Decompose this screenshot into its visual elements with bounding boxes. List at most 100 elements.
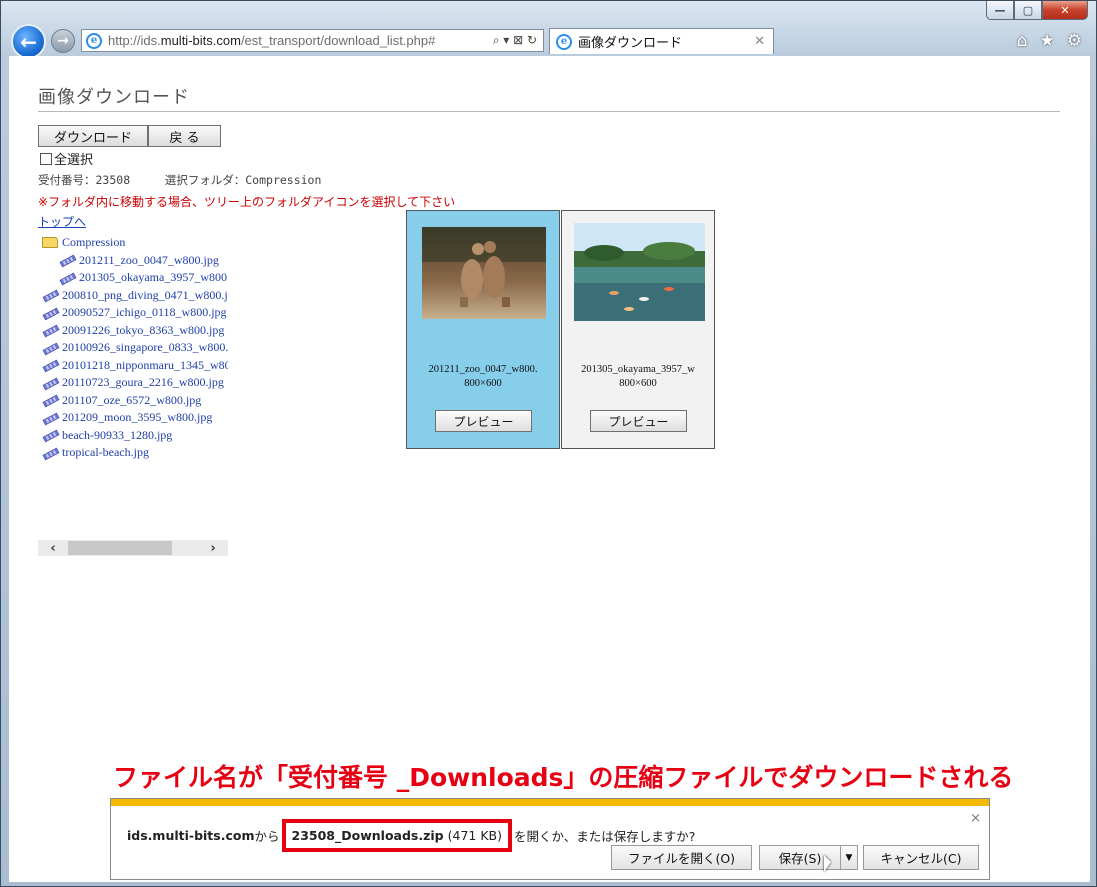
- close-window-button[interactable]: ✕: [1042, 1, 1088, 20]
- ie-logo-icon: e: [556, 33, 572, 50]
- receipt-info: 受付番号：23508 選択フォルダ：Compression: [38, 172, 321, 188]
- back-button[interactable]: ←: [11, 24, 46, 59]
- tree-file[interactable]: 20110723_goura_2216_w800.jpg: [42, 374, 228, 392]
- tree-file[interactable]: 201209_moon_3595_w800.jpg: [42, 409, 228, 427]
- tab-title: 画像ダウンロード: [578, 36, 683, 51]
- image-file-icon[interactable]: [42, 289, 58, 301]
- thumbnail-card[interactable]: 201211_zoo_0047_w800. 800×600 プレビュー: [406, 210, 560, 449]
- tree-item-label[interactable]: 20090527_ichigo_0118_w800.jpg: [62, 305, 227, 320]
- tree-folder-compression[interactable]: Compression: [42, 234, 228, 252]
- browser-toolbar: ⌂ ★ ⚙: [1017, 31, 1082, 51]
- tree-file[interactable]: 20100926_singapore_0833_w800.jpg: [42, 339, 228, 357]
- tree-item-label[interactable]: 201209_moon_3595_w800.jpg: [62, 410, 212, 425]
- folder-icon[interactable]: [42, 237, 58, 249]
- tree-file[interactable]: 20101218_nipponmaru_1345_w800.jpg: [42, 357, 228, 375]
- notification-stripe: [111, 799, 989, 806]
- tab-close-icon[interactable]: ✕: [754, 34, 765, 49]
- scroll-right-icon[interactable]: ›: [198, 541, 228, 556]
- gear-icon[interactable]: ⚙: [1067, 31, 1082, 51]
- arrow-right-icon: →: [57, 33, 69, 49]
- scroll-left-icon[interactable]: ‹: [38, 541, 68, 556]
- tree-item-label[interactable]: 20091226_tokyo_8363_w800.jpg: [62, 323, 224, 338]
- tree-file[interactable]: 20091226_tokyo_8363_w800.jpg: [42, 322, 228, 340]
- tree-item-label[interactable]: 201107_oze_6572_w800.jpg: [62, 393, 201, 408]
- notification-question: を開くか、または保存しますか?: [513, 829, 696, 844]
- tree-item-label[interactable]: 200810_png_diving_0471_w800.jpg: [62, 288, 228, 303]
- download-notification-bar: ids.multi-bits.com から 23508_Downloads.zi…: [110, 798, 990, 880]
- open-file-button[interactable]: ファイルを開く(O): [611, 845, 752, 870]
- tree-file[interactable]: 20090527_ichigo_0118_w800.jpg: [42, 304, 228, 322]
- top-link[interactable]: トップへ: [38, 213, 86, 230]
- image-file-icon[interactable]: [42, 377, 58, 389]
- tree-file[interactable]: beach-90933_1280.jpg: [42, 427, 228, 445]
- favorites-star-icon[interactable]: ★: [1040, 31, 1055, 51]
- tree-item-label[interactable]: tropical-beach.jpg: [62, 445, 149, 460]
- tree-item-label[interactable]: 20101218_nipponmaru_1345_w800.jpg: [62, 358, 228, 373]
- receipt-number: 受付番号：23508: [38, 173, 131, 187]
- browser-window: — ▢ ✕ ← → e http://ids.multi-bits.com/es…: [0, 0, 1097, 887]
- select-all-label: 全選択: [54, 153, 94, 168]
- notification-close-icon[interactable]: ×: [970, 811, 981, 826]
- kangaroo-photo[interactable]: [422, 227, 546, 319]
- url-text[interactable]: http://ids.multi-bits.com/est_transport/…: [108, 33, 435, 48]
- tree-file[interactable]: 200810_png_diving_0471_w800.jpg: [42, 287, 228, 305]
- thumbnail-dimensions: 800×600: [619, 378, 657, 389]
- tab-image-download[interactable]: e 画像ダウンロード ✕: [549, 28, 774, 54]
- ie-logo-icon: e: [86, 32, 102, 49]
- maximize-button[interactable]: ▢: [1014, 1, 1042, 20]
- pond-photo[interactable]: [574, 223, 705, 321]
- thumbnail-dimensions: 800×600: [464, 378, 502, 389]
- address-bar[interactable]: e http://ids.multi-bits.com/est_transpor…: [81, 29, 544, 52]
- save-options-button[interactable]: ▼: [840, 845, 858, 870]
- notification-site: ids.multi-bits.com: [127, 828, 255, 843]
- tree-file[interactable]: 201107_oze_6572_w800.jpg: [42, 392, 228, 410]
- folder-notice: ※フォルダ内に移動する場合、ツリー上のフォルダアイコンを選択して下さい: [38, 195, 456, 209]
- notification-from: から: [254, 829, 280, 844]
- page-title: 画像ダウンロード: [38, 87, 190, 108]
- image-file-icon[interactable]: [42, 429, 58, 441]
- image-file-icon[interactable]: [59, 272, 75, 284]
- select-all-checkbox[interactable]: 全選択: [40, 149, 93, 168]
- tree-item-label[interactable]: beach-90933_1280.jpg: [62, 428, 172, 443]
- image-file-icon[interactable]: [42, 394, 58, 406]
- forward-button[interactable]: →: [51, 29, 75, 53]
- arrow-left-icon: ←: [20, 29, 37, 54]
- thumbnail-card[interactable]: 201305_okayama_3957_w 800×600 プレビュー: [561, 210, 715, 449]
- image-file-icon[interactable]: [42, 307, 58, 319]
- address-tools[interactable]: ⌕ ▾ ⊠ ↻: [493, 33, 543, 48]
- annotation-caption: ファイル名が「受付番号 _Downloads」の圧縮ファイルでダウンロードされる: [113, 763, 1014, 792]
- preview-button[interactable]: プレビュー: [590, 410, 687, 432]
- folder-tree: Compression 201211_zoo_0047_w800.jpg 20130…: [42, 234, 228, 462]
- selected-folder: 選択フォルダ：Compression: [164, 173, 322, 187]
- image-file-icon[interactable]: [42, 359, 58, 371]
- filename-highlight: 23508_Downloads.zip (471 KB): [281, 819, 512, 852]
- tree-item-label[interactable]: 20100926_singapore_0833_w800.jpg: [62, 340, 228, 355]
- image-file-icon[interactable]: [42, 324, 58, 336]
- window-controls: — ▢ ✕: [986, 1, 1088, 20]
- title-divider: [38, 111, 1060, 112]
- minimize-button[interactable]: —: [986, 1, 1014, 20]
- tree-item-label[interactable]: Compression: [62, 235, 125, 250]
- thumbnail-filename: 201211_zoo_0047_w800.: [428, 364, 538, 375]
- tree-item-label[interactable]: 201305_okayama_3957_w800.jpg: [79, 270, 228, 285]
- scroll-thumb[interactable]: [68, 541, 172, 555]
- tree-file[interactable]: 201211_zoo_0047_w800.jpg: [42, 252, 228, 270]
- image-file-icon[interactable]: [59, 254, 75, 266]
- tree-item-label[interactable]: 20110723_goura_2216_w800.jpg: [62, 375, 224, 390]
- image-file-icon[interactable]: [42, 412, 58, 424]
- checkbox-icon[interactable]: [40, 152, 52, 165]
- image-file-icon[interactable]: [42, 342, 58, 354]
- download-filesize: (471 KB): [447, 828, 502, 843]
- tree-file[interactable]: 201305_okayama_3957_w800.jpg: [42, 269, 228, 287]
- tree-horizontal-scrollbar[interactable]: ‹ ›: [38, 540, 228, 556]
- thumbnail-filename: 201305_okayama_3957_w: [581, 364, 695, 375]
- download-button[interactable]: ダウンロード: [38, 125, 148, 147]
- tree-item-label[interactable]: 201211_zoo_0047_w800.jpg: [79, 253, 219, 268]
- tree-file[interactable]: tropical-beach.jpg: [42, 444, 228, 462]
- cancel-button[interactable]: キャンセル(C): [863, 845, 979, 870]
- download-filename: 23508_Downloads.zip: [291, 828, 444, 843]
- preview-button[interactable]: プレビュー: [435, 410, 532, 432]
- back-page-button[interactable]: 戻 る: [148, 125, 221, 147]
- home-icon[interactable]: ⌂: [1017, 31, 1028, 51]
- image-file-icon[interactable]: [42, 447, 58, 459]
